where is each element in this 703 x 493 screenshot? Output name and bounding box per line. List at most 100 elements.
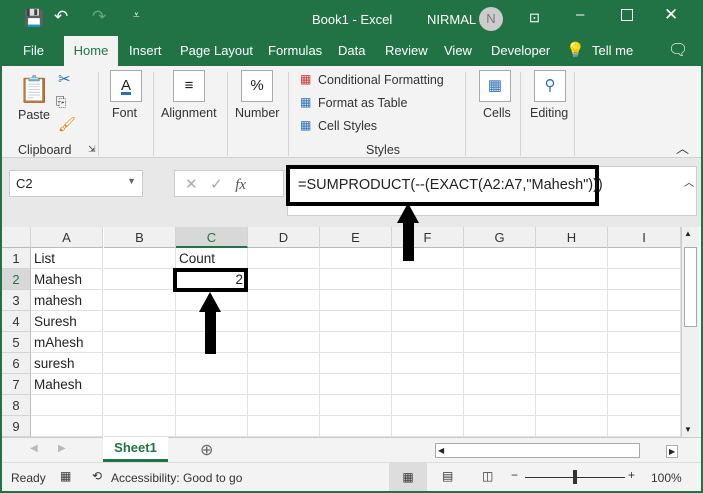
cell-D4[interactable] — [248, 311, 320, 332]
cell-B7[interactable] — [104, 374, 176, 395]
cell-D5[interactable] — [248, 332, 320, 353]
cell-D6[interactable] — [248, 353, 320, 374]
accessibility-status[interactable]: Accessibility: Good to go — [111, 471, 242, 485]
page-break-view-icon[interactable]: ◫ — [482, 469, 493, 483]
cell-D3[interactable] — [248, 290, 320, 311]
cell-E7[interactable] — [320, 374, 392, 395]
cell-H3[interactable] — [536, 290, 608, 311]
conditional-formatting-button[interactable]: Conditional Formatting — [318, 73, 444, 87]
column-header-E[interactable]: E — [320, 227, 392, 248]
customize-toolbar-icon[interactable]: ⩡ — [133, 8, 140, 23]
cell-H9[interactable] — [536, 416, 608, 437]
cell-G1[interactable] — [464, 248, 536, 269]
row-header-4[interactable]: 4 — [2, 311, 31, 332]
cell-B5[interactable] — [104, 332, 176, 353]
cell-A7[interactable]: Mahesh — [31, 374, 103, 395]
tab-review[interactable]: Review — [385, 43, 428, 58]
cell-B3[interactable] — [104, 290, 176, 311]
cell-H6[interactable] — [536, 353, 608, 374]
row-header-7[interactable]: 7 — [2, 374, 31, 395]
cell-I2[interactable] — [608, 269, 681, 290]
cell-C8[interactable] — [176, 395, 248, 416]
cell-D7[interactable] — [248, 374, 320, 395]
vertical-scrollbar[interactable]: ▲ ▼ — [681, 227, 699, 437]
normal-view-icon[interactable]: ▦ — [389, 463, 427, 491]
cell-B1[interactable] — [104, 248, 176, 269]
tab-insert[interactable]: Insert — [129, 43, 162, 58]
copy-icon[interactable]: ⎘ — [56, 94, 66, 110]
cell-A5[interactable]: mAhesh — [31, 332, 103, 353]
accessibility-icon[interactable]: ⟲ — [92, 469, 102, 483]
cell-styles-button[interactable]: Cell Styles — [318, 119, 377, 133]
cell-B9[interactable] — [104, 416, 176, 437]
avatar[interactable]: N — [479, 7, 503, 31]
alignment-icon[interactable]: ≡ — [173, 70, 205, 102]
cell-I4[interactable] — [608, 311, 681, 332]
paste-icon[interactable]: 📋 — [18, 74, 50, 105]
cell-B8[interactable] — [104, 395, 176, 416]
cell-G8[interactable] — [464, 395, 536, 416]
number-icon[interactable]: % — [241, 70, 273, 102]
cell-G4[interactable] — [464, 311, 536, 332]
sheet-tab-sheet1[interactable]: Sheet1 — [103, 437, 168, 462]
cell-C9[interactable] — [176, 416, 248, 437]
cell-E8[interactable] — [320, 395, 392, 416]
cell-E3[interactable] — [320, 290, 392, 311]
cell-F3[interactable] — [392, 290, 464, 311]
editing-button[interactable]: Editing — [530, 106, 568, 120]
cell-H1[interactable] — [536, 248, 608, 269]
collapse-ribbon-icon[interactable]: ︿ — [676, 138, 689, 157]
cell-G6[interactable] — [464, 353, 536, 374]
cell-A1[interactable]: List — [31, 248, 103, 269]
column-header-C[interactable]: C — [176, 227, 248, 248]
cell-H8[interactable] — [536, 395, 608, 416]
tab-view[interactable]: View — [444, 43, 472, 58]
cell-G9[interactable] — [464, 416, 536, 437]
tab-developer[interactable]: Developer — [491, 43, 550, 58]
cell-A8[interactable] — [31, 395, 103, 416]
next-sheet-icon[interactable]: ▶ — [58, 443, 66, 454]
page-layout-view-icon[interactable]: ▤ — [442, 469, 453, 483]
cell-I3[interactable] — [608, 290, 681, 311]
spreadsheet-grid[interactable]: A B C D E F G H I 1 List Count 2 Mahesh 2 3 mahesh 4 Sures… — [2, 227, 701, 437]
cell-H7[interactable] — [536, 374, 608, 395]
cell-F7[interactable] — [392, 374, 464, 395]
row-header-6[interactable]: 6 — [2, 353, 31, 374]
cell-D8[interactable] — [248, 395, 320, 416]
cell-H5[interactable] — [536, 332, 608, 353]
cell-E9[interactable] — [320, 416, 392, 437]
column-header-D[interactable]: D — [248, 227, 320, 248]
tab-data[interactable]: Data — [338, 43, 365, 58]
cell-E1[interactable] — [320, 248, 392, 269]
cells-icon[interactable]: ▦ — [479, 70, 511, 102]
redo-icon[interactable]: ↷ — [92, 7, 106, 27]
cut-icon[interactable]: ✂ — [58, 70, 71, 88]
save-icon[interactable]: 💾 — [24, 8, 44, 28]
select-all[interactable] — [2, 227, 31, 248]
macro-icon[interactable]: ▦ — [60, 469, 71, 483]
cell-G2[interactable] — [464, 269, 536, 290]
add-sheet-icon[interactable]: ⊕ — [200, 440, 213, 460]
alignment-button[interactable]: Alignment — [161, 106, 217, 120]
name-box[interactable]: C2 ▼ — [9, 170, 143, 197]
column-header-B[interactable]: B — [104, 227, 176, 248]
formula-input[interactable]: =SUMPRODUCT(--(EXACT(A2:A7,"Mahesh"))) — [286, 165, 603, 206]
undo-icon[interactable]: ↶ — [54, 7, 68, 27]
cell-F2[interactable] — [392, 269, 464, 290]
cell-G3[interactable] — [464, 290, 536, 311]
cell-H4[interactable] — [536, 311, 608, 332]
cell-A2[interactable]: Mahesh — [31, 269, 103, 290]
column-header-A[interactable]: A — [31, 227, 103, 248]
column-header-H[interactable]: H — [536, 227, 608, 248]
cell-F5[interactable] — [392, 332, 464, 353]
enter-icon[interactable]: ✓ — [210, 176, 223, 193]
tell-me[interactable]: Tell me — [592, 43, 633, 58]
cell-C6[interactable] — [176, 353, 248, 374]
row-header-2[interactable]: 2 — [2, 269, 31, 290]
horizontal-scrollbar[interactable]: ◀ — [435, 443, 640, 458]
editing-icon[interactable]: ⚲ — [534, 70, 566, 102]
format-painter-icon[interactable]: 🖌 — [58, 116, 76, 133]
cell-I6[interactable] — [608, 353, 681, 374]
row-header-8[interactable]: 8 — [2, 395, 31, 416]
cell-A4[interactable]: Suresh — [31, 311, 103, 332]
